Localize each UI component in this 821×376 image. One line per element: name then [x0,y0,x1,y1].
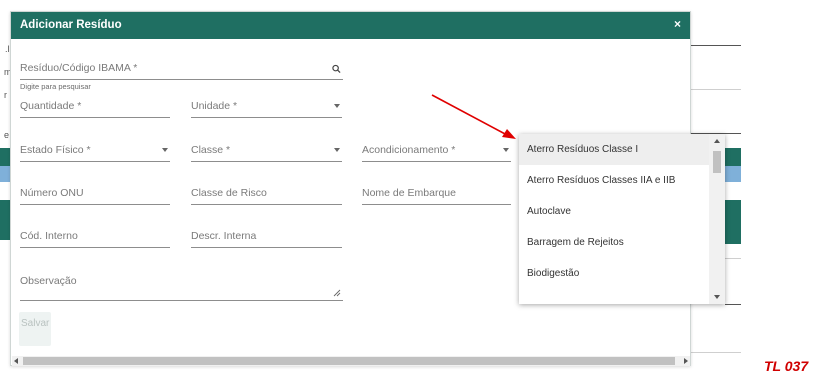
annotation-arrow [431,94,516,139]
annotation-label: TL 037 [764,358,809,374]
screen: .l m r e Adicionar Resíduo × Resíduo/Cód… [0,0,821,376]
